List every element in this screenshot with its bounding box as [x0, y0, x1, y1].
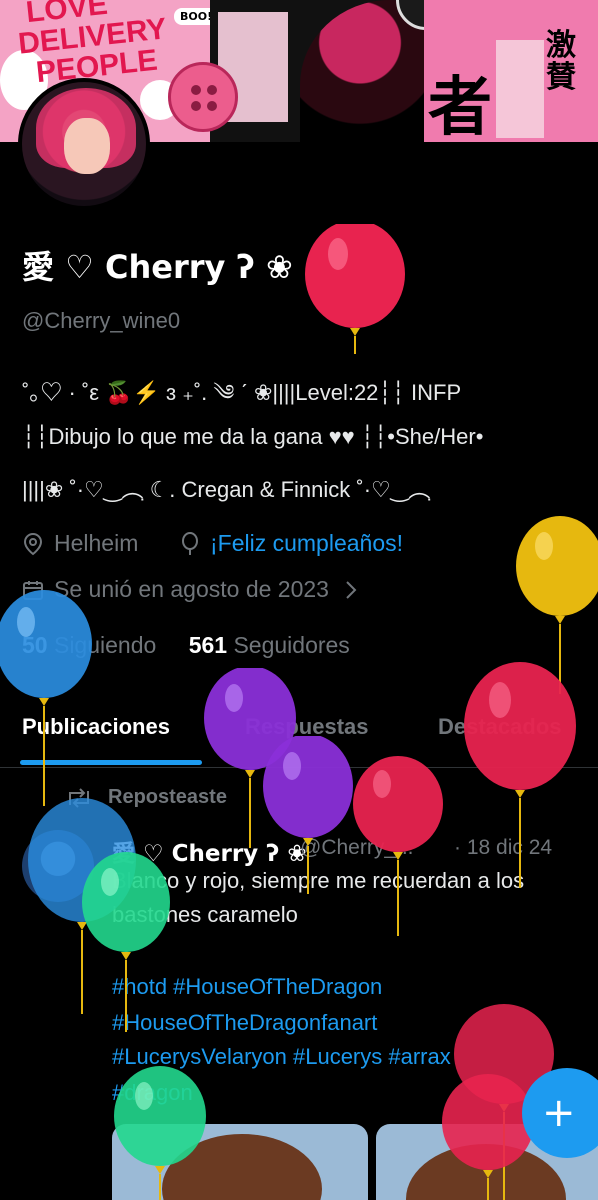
banner-sewing-button — [168, 62, 238, 132]
birthday-row: ¡Feliz cumpleaños! — [180, 530, 403, 557]
bio-line-3: ||||❀ ˚·♡‿︵ ̣☾. Cregan & Finnick ˚·♡‿︵ ̣ — [22, 477, 437, 502]
banner-kanji-small: 激賛 — [546, 28, 576, 95]
location-pin-icon — [23, 532, 43, 555]
profile-handle: @Cherry_wine0 — [22, 308, 181, 333]
followers-count: 561 — [188, 632, 228, 658]
banner-kanji-large: 者 — [428, 70, 492, 142]
location-text: Helheim — [54, 530, 139, 556]
plus-icon: + — [542, 1090, 576, 1136]
balloon-red-2 — [464, 662, 576, 888]
balloon-red-1 — [305, 224, 405, 354]
balloon-green-2 — [114, 1066, 206, 1200]
avatar-face — [64, 118, 110, 174]
balloon-blue-1 — [0, 590, 92, 806]
birthday-link[interactable]: ¡Feliz cumpleaños! — [210, 530, 403, 557]
balloon-red-5 — [442, 1074, 534, 1200]
display-name: 愛 ♡ Cherry ʔ ❀ — [22, 248, 293, 286]
location-row: Helheim — [22, 530, 138, 557]
balloon-green-1 — [82, 852, 170, 1032]
profile-avatar[interactable] — [18, 78, 150, 210]
followers-label: Seguidores — [233, 632, 350, 658]
banner-newspaper — [496, 40, 544, 138]
balloon-purple-2 — [263, 736, 353, 894]
balloon-red-3 — [353, 756, 443, 936]
chevron-right-icon — [346, 580, 357, 599]
bio-line-1: ˚｡♡ · ˚ε 🍒⚡ ɜ ₊˚. ༄ ˊ ❀||||Level:22┆┆ IN… — [22, 380, 462, 405]
balloon-icon — [182, 531, 198, 555]
bio-line-2: ┆┆Dibujo lo que me da la gana ♥♥ ┆┆•She/… — [22, 424, 484, 449]
followers-link[interactable]: 561 Seguidores — [189, 632, 350, 658]
